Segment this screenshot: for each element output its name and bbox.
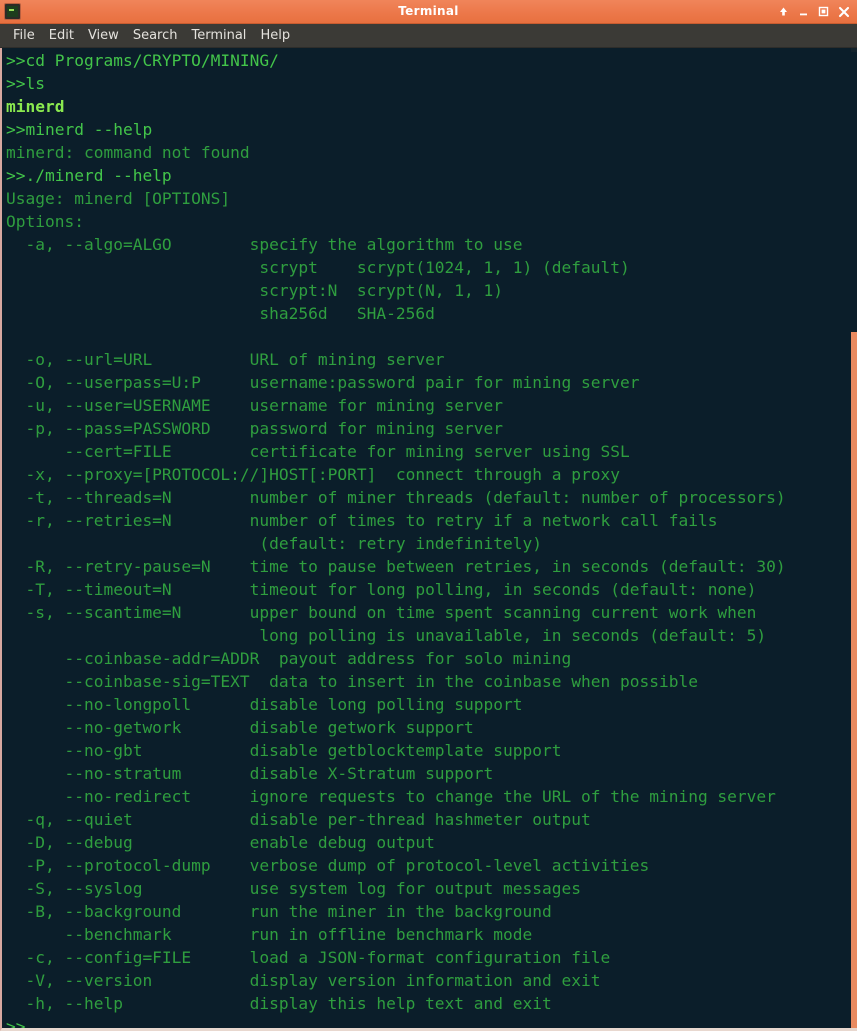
terminal-line: -B, --background run the miner in the ba…	[6, 902, 552, 921]
title-bar[interactable]: Terminal	[0, 0, 857, 24]
terminal-line: -S, --syslog use system log for output m…	[6, 879, 581, 898]
terminal-line: -q, --quiet disable per-thread hashmeter…	[6, 810, 591, 829]
scrollbar-cap	[851, 48, 857, 52]
terminal-line: sha256d SHA-256d	[6, 304, 435, 323]
menu-item-search[interactable]: Search	[126, 26, 185, 46]
terminal-icon	[4, 3, 21, 20]
terminal-line: --cert=FILE certificate for mining serve…	[6, 442, 630, 461]
terminal-line: -x, --proxy=[PROTOCOL://]HOST[:PORT] con…	[6, 465, 620, 484]
terminal-line: -O, --userpass=U:P username:password pai…	[6, 373, 640, 392]
terminal-line: -P, --protocol-dump verbose dump of prot…	[6, 856, 650, 875]
terminal-line: -s, --scantime=N upper bound on time spe…	[6, 603, 757, 622]
menu-item-terminal[interactable]: Terminal	[184, 26, 253, 46]
shade-button[interactable]	[777, 4, 790, 19]
terminal-line: >>cd Programs/CRYPTO/MINING/	[6, 51, 279, 70]
terminal-line: --coinbase-addr=ADDR payout address for …	[6, 649, 572, 668]
menu-item-help[interactable]: Help	[253, 26, 297, 46]
menu-item-edit[interactable]: Edit	[42, 26, 81, 46]
close-button[interactable]	[837, 4, 850, 19]
maximize-button[interactable]	[817, 4, 830, 19]
terminal-line: -t, --threads=N number of miner threads …	[6, 488, 786, 507]
terminal-line: -r, --retries=N number of times to retry…	[6, 511, 718, 530]
terminal-line: -u, --user=USERNAME username for mining …	[6, 396, 504, 415]
terminal-line: Usage: minerd [OPTIONS]	[6, 189, 231, 208]
terminal-line: >>ls	[6, 74, 45, 93]
terminal-line: minerd: command not found	[6, 143, 250, 162]
terminal-line: -R, --retry-pause=N time to pause betwee…	[6, 557, 786, 576]
terminal-line: minerd	[6, 97, 65, 116]
terminal-line: >>./minerd --help	[6, 166, 172, 185]
terminal-line: --no-longpoll disable long polling suppo…	[6, 695, 523, 714]
terminal-scrollbar[interactable]	[851, 48, 857, 1028]
terminal-line: --no-gbt disable getblocktemplate suppor…	[6, 741, 562, 760]
minimize-button[interactable]	[797, 4, 810, 19]
terminal-line: long polling is unavailable, in seconds …	[6, 626, 767, 645]
terminal-line: -o, --url=URL URL of mining server	[6, 350, 445, 369]
window-controls	[777, 4, 857, 19]
window-title: Terminal	[398, 4, 459, 18]
terminal-window: Terminal File Edit View Search Terminal …	[0, 0, 857, 1031]
terminal-line: -c, --config=FILE load a JSON-format con…	[6, 948, 611, 967]
terminal-line: scrypt:N scrypt(N, 1, 1)	[6, 281, 504, 300]
terminal-line: -h, --help display this help text and ex…	[6, 994, 552, 1013]
menu-item-view[interactable]: View	[81, 26, 126, 46]
menu-item-file[interactable]: File	[6, 26, 42, 46]
terminal-line: -V, --version display version informatio…	[6, 971, 601, 990]
menu-bar: File Edit View Search Terminal Help	[0, 24, 857, 48]
terminal-line: --no-redirect ignore requests to change …	[6, 787, 776, 806]
terminal-line: >>	[6, 1017, 26, 1028]
terminal-body[interactable]: >>cd Programs/CRYPTO/MINING/ >>ls minerd >>…	[0, 48, 857, 1031]
terminal-output[interactable]: >>cd Programs/CRYPTO/MINING/ >>ls minerd >>…	[4, 48, 857, 1028]
scrollbar-thumb[interactable]	[851, 332, 857, 1028]
terminal-line: --benchmark run in offline benchmark mod…	[6, 925, 533, 944]
terminal-line: --no-stratum disable X-Stratum support	[6, 764, 494, 783]
terminal-line: Options:	[6, 212, 84, 231]
terminal-line: -p, --pass=PASSWORD password for mining …	[6, 419, 504, 438]
terminal-line: -D, --debug enable debug output	[6, 833, 435, 852]
terminal-line: -T, --timeout=N timeout for long polling…	[6, 580, 757, 599]
terminal-line: (default: retry indefinitely)	[6, 534, 543, 553]
terminal-line: --no-getwork disable getwork support	[6, 718, 474, 737]
terminal-line: >>minerd --help	[6, 120, 153, 139]
terminal-line: scrypt scrypt(1024, 1, 1) (default)	[6, 258, 630, 277]
terminal-line: -a, --algo=ALGO specify the algorithm to…	[6, 235, 523, 254]
terminal-line: --coinbase-sig=TEXT data to insert in th…	[6, 672, 698, 691]
